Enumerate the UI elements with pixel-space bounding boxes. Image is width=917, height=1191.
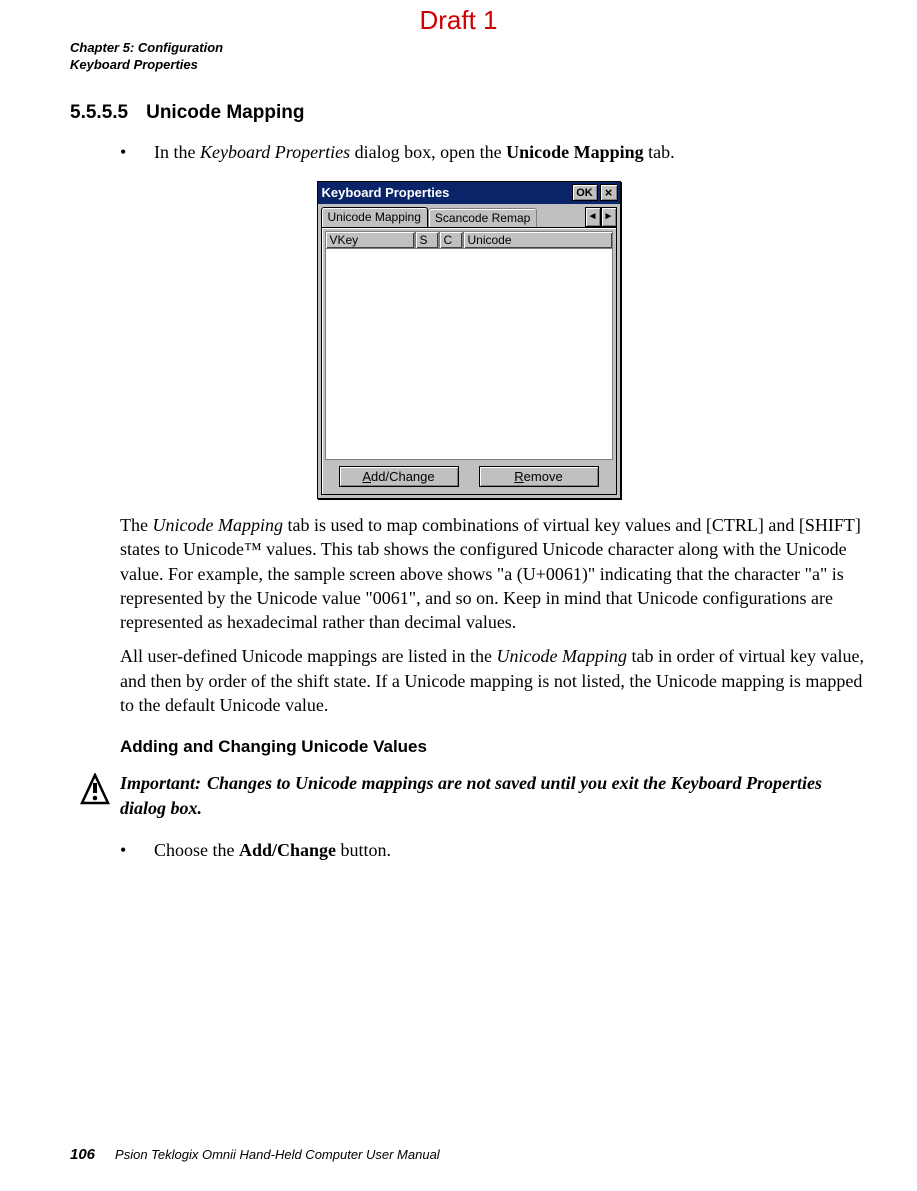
important-text: Important:Changes to Unicode mappings ar… <box>120 771 867 820</box>
important-note: Important:Changes to Unicode mappings ar… <box>70 771 867 820</box>
tab-scroll: ◄ ► <box>585 207 617 227</box>
bullet-text: In the Keyboard Properties dialog box, o… <box>154 140 675 165</box>
tab-scroll-left-icon[interactable]: ◄ <box>585 207 601 227</box>
running-head-chapter: Chapter 5: Configuration <box>70 40 867 57</box>
warning-icon <box>70 771 120 807</box>
important-body: Changes to Unicode mappings are not save… <box>120 773 822 817</box>
tab-scroll-right-icon[interactable]: ► <box>601 207 617 227</box>
col-unicode[interactable]: Unicode <box>463 231 613 249</box>
draft-watermark: Draft 1 <box>0 5 917 36</box>
list-header: VKey S C Unicode <box>325 231 613 249</box>
footer-text: Psion Teklogix Omnii Hand-Held Computer … <box>115 1147 440 1162</box>
keyboard-properties-dialog: Keyboard Properties OK × Unicode Mapping… <box>317 181 621 499</box>
tab-panel: VKey S C Unicode Add/Change Remove <box>321 227 617 495</box>
ok-button[interactable]: OK <box>572 184 598 201</box>
mapping-list[interactable] <box>325 249 613 460</box>
section-heading: 5.5.5.5 Unicode Mapping <box>70 102 867 124</box>
tab-scancode-remap[interactable]: Scancode Remap <box>428 208 537 227</box>
button-bar: Add/Change Remove <box>325 460 613 491</box>
bullet-marker: • <box>120 140 154 165</box>
paragraph-1: The Unicode Mapping tab is used to map c… <box>120 513 867 634</box>
page-footer: 106 Psion Teklogix Omnii Hand-Held Comput… <box>70 1146 440 1163</box>
tab-unicode-mapping[interactable]: Unicode Mapping <box>321 207 428 227</box>
page-number: 106 <box>70 1146 95 1163</box>
col-c[interactable]: C <box>439 231 463 249</box>
section-title: Unicode Mapping <box>146 102 304 123</box>
close-button[interactable]: × <box>600 184 618 201</box>
tab-strip: Unicode Mapping Scancode Remap ◄ ► <box>318 204 620 227</box>
col-s[interactable]: S <box>415 231 439 249</box>
subheading-adding-changing: Adding and Changing Unicode Values <box>120 737 867 757</box>
paragraph-2: All user-defined Unicode mappings are li… <box>120 644 867 717</box>
col-vkey[interactable]: VKey <box>325 231 415 249</box>
important-label: Important: <box>120 773 201 793</box>
instruction-bullet-2: • Choose the Add/Change button. <box>120 838 867 863</box>
figure-dialog: Keyboard Properties OK × Unicode Mapping… <box>70 181 867 499</box>
bullet-marker: • <box>120 838 154 863</box>
running-head-section: Keyboard Properties <box>70 57 867 74</box>
dialog-title: Keyboard Properties <box>322 185 570 200</box>
dialog-titlebar: Keyboard Properties OK × <box>318 182 620 204</box>
running-head: Chapter 5: Configuration Keyboard Proper… <box>70 40 867 74</box>
remove-button[interactable]: Remove <box>479 466 599 487</box>
add-change-button[interactable]: Add/Change <box>339 466 459 487</box>
bullet-text: Choose the Add/Change button. <box>154 838 391 863</box>
section-number: 5.5.5.5 <box>70 102 128 123</box>
instruction-bullet-1: • In the Keyboard Properties dialog box,… <box>120 140 867 165</box>
